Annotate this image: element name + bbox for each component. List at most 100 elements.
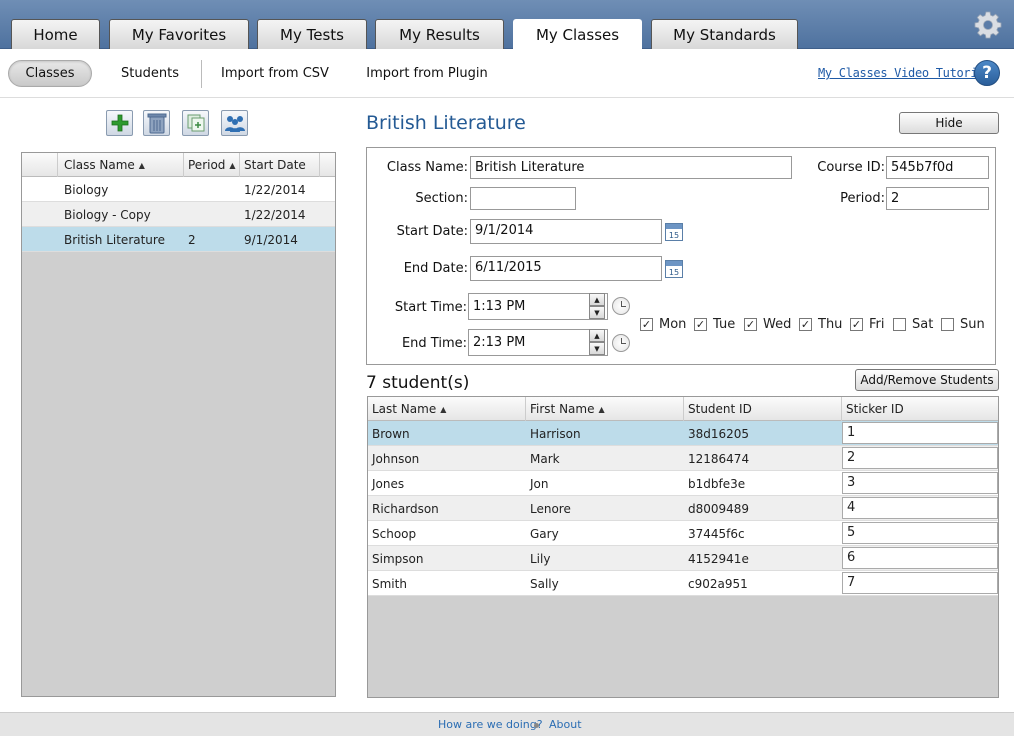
checkbox-checked[interactable]: ✓: [694, 318, 707, 331]
subnav-students[interactable]: Students: [110, 60, 190, 87]
last-name-cell: Richardson: [372, 502, 439, 516]
group-icon: [224, 116, 245, 132]
class-period-cell: 2: [188, 233, 196, 247]
chevron-down-icon[interactable]: ▼: [589, 342, 605, 355]
checkbox-checked[interactable]: ✓: [850, 318, 863, 331]
day-sun[interactable]: Sun: [941, 317, 985, 332]
add-class-button[interactable]: [106, 110, 133, 136]
student-count: 7 student(s): [366, 373, 470, 393]
student-row[interactable]: Johnson Mark 12186474 2: [368, 446, 998, 471]
calendar-icon[interactable]: 15: [665, 260, 683, 278]
end-time-label: End Time:: [401, 336, 467, 351]
day-wed[interactable]: ✓ Wed: [744, 317, 791, 332]
student-row-selected[interactable]: Brown Harrison 38d16205 1: [368, 421, 998, 446]
end-time-stepper[interactable]: ▲ ▼: [589, 329, 605, 356]
clock-icon[interactable]: [612, 297, 630, 315]
header-first-name[interactable]: First Name ▲: [526, 397, 684, 421]
end-time-input[interactable]: 2:13 PM: [468, 329, 608, 356]
class-name-label: Class Name:: [386, 160, 468, 175]
checkbox-checked[interactable]: ✓: [744, 318, 757, 331]
header-period[interactable]: Period ▲: [184, 153, 240, 177]
student-row[interactable]: Jones Jon b1dbfe3e 3: [368, 471, 998, 496]
sticker-id-input[interactable]: 1: [842, 422, 998, 444]
sticker-id-input[interactable]: 7: [842, 572, 998, 594]
class-grid-header: Class Name ▲ Period ▲ Start Date: [22, 153, 335, 177]
start-time-input[interactable]: 1:13 PM: [468, 293, 608, 320]
about-link[interactable]: About: [549, 718, 582, 731]
header-class-name[interactable]: Class Name ▲: [59, 153, 184, 177]
start-time-label: Start Time:: [394, 300, 467, 315]
day-mon[interactable]: ✓ Mon: [640, 317, 686, 332]
class-row-selected[interactable]: British Literature 2 9/1/2014: [22, 227, 335, 252]
hide-button[interactable]: Hide: [899, 112, 999, 134]
header-sticker-id[interactable]: Sticker ID: [842, 397, 998, 421]
class-start-cell: 1/22/2014: [244, 183, 306, 197]
tab-my-classes[interactable]: My Classes: [513, 19, 642, 50]
last-name-cell: Schoop: [372, 527, 417, 541]
student-row[interactable]: Schoop Gary 37445f6c 5: [368, 521, 998, 546]
section-input[interactable]: [470, 187, 576, 210]
last-name-cell: Brown: [372, 427, 410, 441]
sticker-id-input[interactable]: 6: [842, 547, 998, 569]
class-detail-title: British Literature: [366, 112, 526, 134]
chevron-down-icon[interactable]: ▼: [589, 306, 605, 319]
header-start-date[interactable]: Start Date: [240, 153, 320, 177]
checkbox-unchecked[interactable]: [941, 318, 954, 331]
student-row[interactable]: Smith Sally c902a951 7: [368, 571, 998, 596]
first-name-cell: Gary: [530, 527, 559, 541]
checkbox-checked[interactable]: ✓: [799, 318, 812, 331]
add-remove-students-button[interactable]: Add/Remove Students: [855, 369, 999, 391]
course-id-input[interactable]: 545b7f0d: [886, 156, 989, 179]
day-fri[interactable]: ✓ Fri: [850, 317, 885, 332]
day-tue[interactable]: ✓ Tue: [694, 317, 735, 332]
header-last-name[interactable]: Last Name ▲: [368, 397, 526, 421]
end-date-input[interactable]: 6/11/2015: [470, 256, 662, 281]
feedback-link[interactable]: How are we doing?: [438, 718, 543, 731]
last-name-cell: Johnson: [372, 452, 420, 466]
checkbox-checked[interactable]: ✓: [640, 318, 653, 331]
student-id-cell: d8009489: [688, 502, 750, 516]
sticker-id-input[interactable]: 4: [842, 497, 998, 519]
student-row[interactable]: Simpson Lily 4152941e 6: [368, 546, 998, 571]
checkbox-unchecked[interactable]: [893, 318, 906, 331]
sticker-id-input[interactable]: 2: [842, 447, 998, 469]
tab-my-favorites[interactable]: My Favorites: [109, 19, 249, 49]
day-thu[interactable]: ✓ Thu: [799, 317, 842, 332]
tab-my-standards[interactable]: My Standards: [651, 19, 798, 49]
sort-asc-icon: ▲: [598, 404, 605, 414]
tab-home[interactable]: Home: [11, 19, 100, 49]
chevron-up-icon[interactable]: ▲: [589, 329, 605, 342]
student-row[interactable]: Richardson Lenore d8009489 4: [368, 496, 998, 521]
class-row[interactable]: Biology 1/22/2014: [22, 177, 335, 202]
student-id-cell: 4152941e: [688, 552, 749, 566]
manage-students-button[interactable]: [221, 110, 248, 136]
sticker-id-input[interactable]: 3: [842, 472, 998, 494]
gear-icon[interactable]: [974, 11, 1002, 39]
trash-icon: [147, 113, 166, 134]
start-time-stepper[interactable]: ▲ ▼: [589, 293, 605, 320]
subnav-classes[interactable]: Classes: [8, 60, 92, 87]
sticker-id-input[interactable]: 5: [842, 522, 998, 544]
period-input[interactable]: 2: [886, 187, 989, 210]
period-label: Period:: [840, 191, 885, 206]
day-sat[interactable]: Sat: [893, 317, 933, 332]
last-name-cell: Simpson: [372, 552, 424, 566]
class-name-input[interactable]: British Literature: [470, 156, 792, 179]
clock-icon[interactable]: [612, 334, 630, 352]
delete-class-button[interactable]: [143, 110, 170, 136]
tab-my-results[interactable]: My Results: [375, 19, 504, 49]
subnav-import-plugin[interactable]: Import from Plugin: [360, 60, 494, 87]
calendar-icon[interactable]: 15: [665, 223, 683, 241]
help-icon[interactable]: ?: [974, 60, 1000, 86]
video-tutorial-link[interactable]: My Classes Video Tutorial: [818, 66, 991, 80]
class-name-cell: Biology - Copy: [64, 208, 151, 222]
tab-my-tests[interactable]: My Tests: [257, 19, 367, 49]
class-row[interactable]: Biology - Copy 1/22/2014: [22, 202, 335, 227]
chevron-up-icon[interactable]: ▲: [589, 293, 605, 306]
first-name-cell: Lenore: [530, 502, 571, 516]
first-name-cell: Sally: [530, 577, 559, 591]
header-student-id[interactable]: Student ID: [684, 397, 842, 421]
subnav-import-csv[interactable]: Import from CSV: [215, 60, 335, 87]
start-date-input[interactable]: 9/1/2014: [470, 219, 662, 244]
copy-class-button[interactable]: [182, 110, 209, 136]
